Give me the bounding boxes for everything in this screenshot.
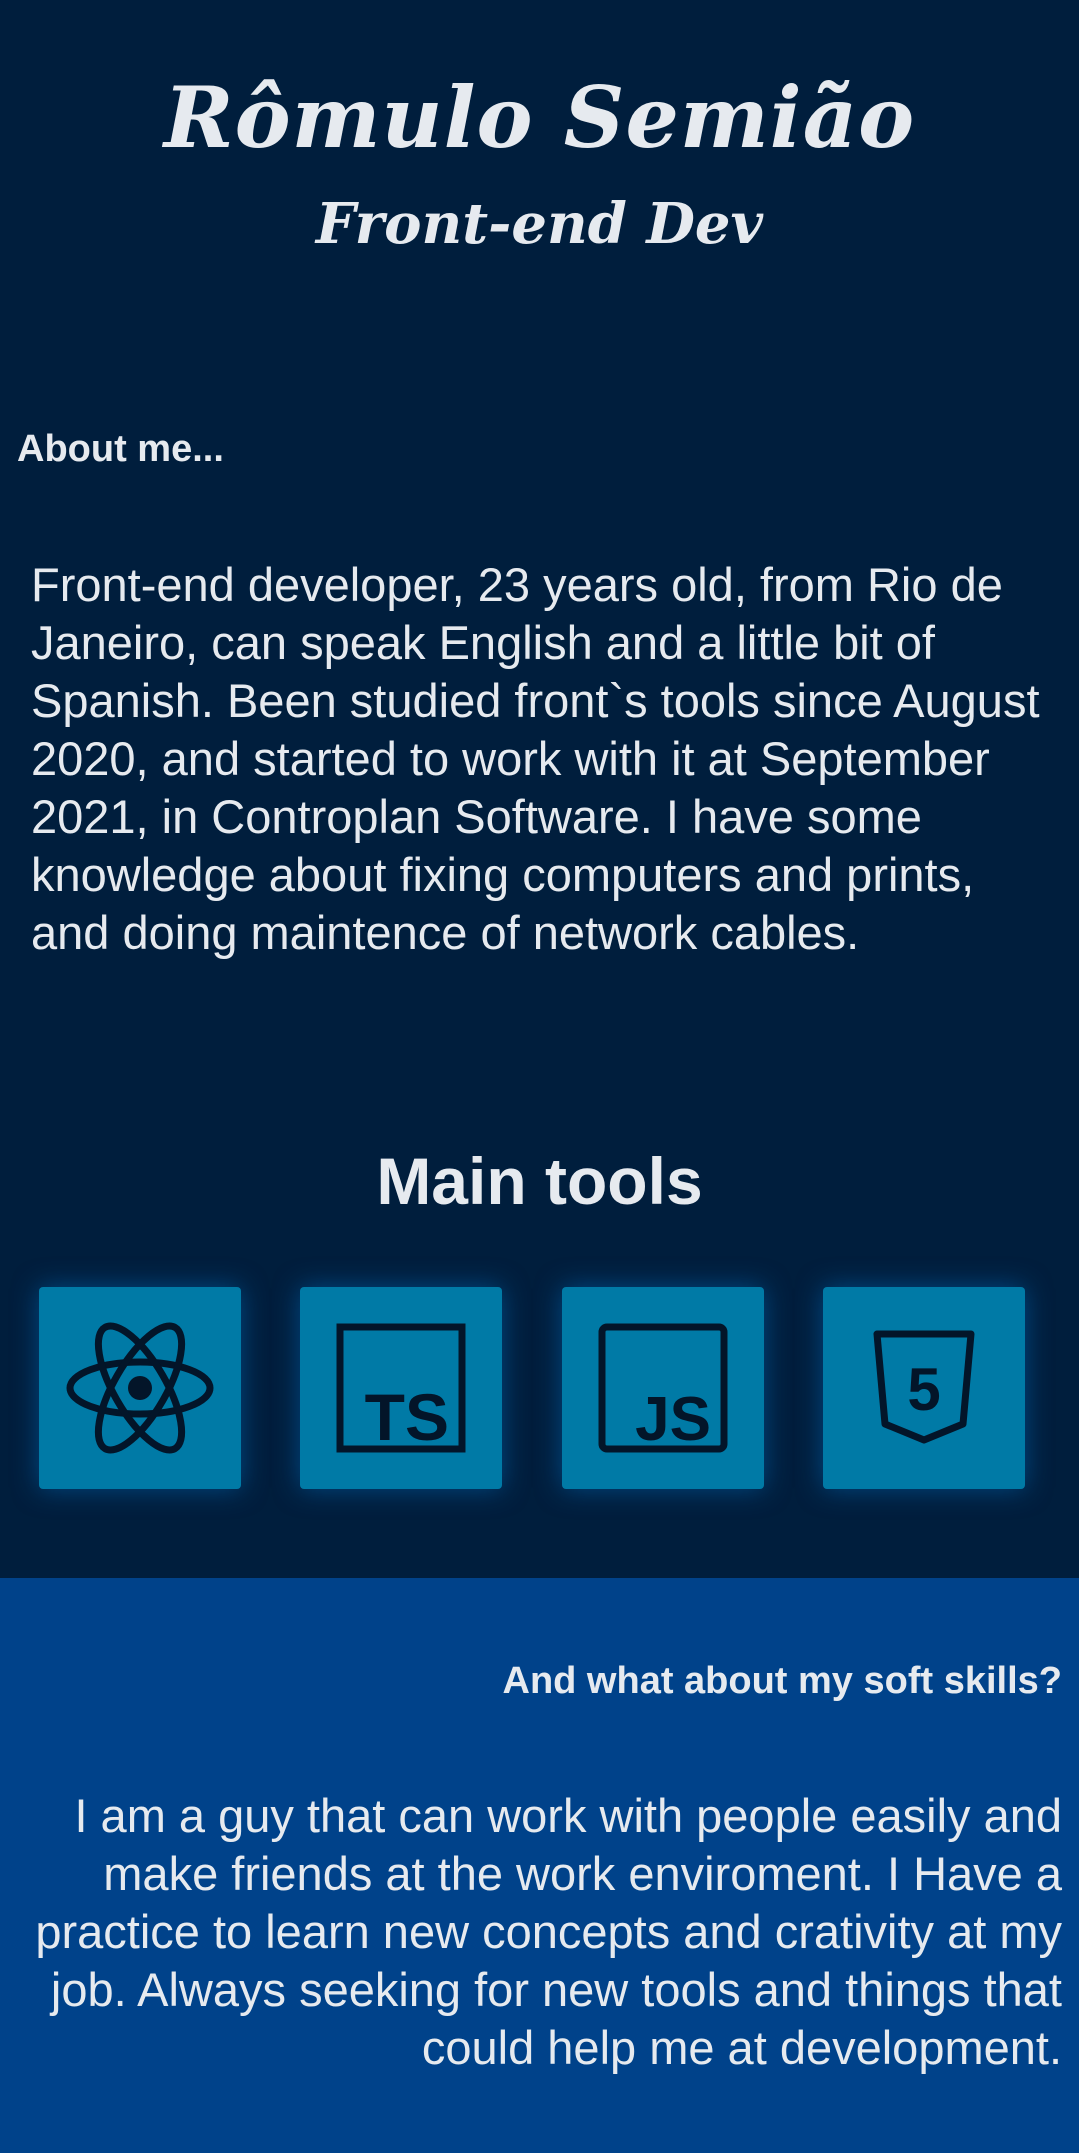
soft-skills-text: I am a guy that can work with people eas… <box>35 1789 1062 2074</box>
page-subtitle: Front-end Dev <box>315 191 764 257</box>
javascript-label: JS <box>635 1385 711 1453</box>
tool-tile-react[interactable] <box>39 1287 241 1489</box>
tools-heading: Main tools <box>376 1144 703 1218</box>
tool-tile-typescript[interactable]: TS <box>300 1287 502 1489</box>
html5-label: 5 <box>907 1356 940 1423</box>
javascript-icon: JS <box>598 1323 728 1453</box>
soft-skills-heading: And what about my soft skills? <box>502 1660 1063 1702</box>
react-icon <box>66 1322 214 1454</box>
about-text: Front-end developer, 23 years old, from … <box>31 558 1040 959</box>
tool-tile-html5[interactable]: 5 <box>823 1287 1025 1489</box>
typescript-label: TS <box>365 1380 449 1453</box>
html5-icon: 5 <box>873 1330 975 1444</box>
about-heading: About me... <box>17 428 224 470</box>
typescript-icon: TS <box>336 1323 466 1453</box>
intro-section: Rômulo Semião Front-end Dev About me... … <box>0 0 1079 1578</box>
page-title: Rômulo Semião <box>163 68 916 167</box>
tool-tile-javascript[interactable]: JS <box>562 1287 764 1489</box>
